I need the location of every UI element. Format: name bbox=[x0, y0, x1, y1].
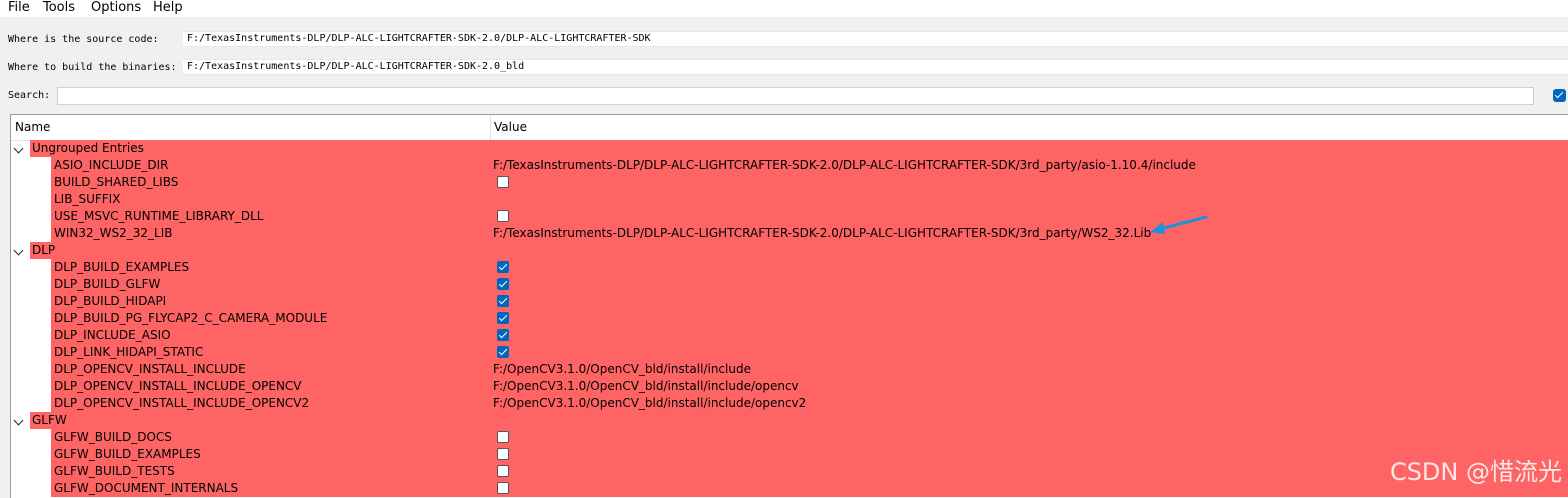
group-highlight bbox=[30, 242, 1568, 259]
entry-highlight bbox=[51, 208, 1568, 225]
entry-value[interactable]: F:/TexasInstruments-DLP/DLP-ALC-LIGHTCRA… bbox=[493, 157, 1196, 174]
entry-highlight bbox=[51, 327, 1568, 344]
group-label: DLP bbox=[32, 243, 56, 257]
grouped-checkbox[interactable] bbox=[1553, 89, 1566, 102]
entry-checkbox[interactable] bbox=[497, 465, 509, 477]
entry-checkbox[interactable] bbox=[497, 431, 509, 443]
entry-highlight bbox=[51, 276, 1568, 293]
entry-name: DLP_BUILD_PG_FLYCAP2_C_CAMERA_MODULE bbox=[54, 311, 328, 325]
entry-highlight bbox=[51, 259, 1568, 276]
watermark-text: CSDN @惜流光 bbox=[1389, 458, 1562, 486]
header-name[interactable]: Name bbox=[11, 115, 490, 140]
entry-name: WIN32_WS2_32_LIB bbox=[54, 226, 173, 240]
entry-row[interactable]: BUILD_SHARED_LIBS bbox=[11, 174, 1568, 191]
build-label: Where to build the binaries: bbox=[8, 62, 177, 73]
entry-checkbox[interactable] bbox=[497, 329, 509, 341]
entry-row[interactable]: DLP_INCLUDE_ASIO bbox=[11, 327, 1568, 344]
menu-file[interactable]: File bbox=[8, 0, 30, 16]
entry-value[interactable]: F:/OpenCV3.1.0/OpenCV_bld/install/includ… bbox=[493, 361, 751, 378]
entry-checkbox[interactable] bbox=[497, 278, 509, 290]
entry-name: DLP_BUILD_GLFW bbox=[54, 277, 161, 291]
entry-checkbox[interactable] bbox=[497, 295, 509, 307]
header-value[interactable]: Value bbox=[490, 115, 1568, 140]
entry-row[interactable]: USE_MSVC_RUNTIME_LIBRARY_DLL bbox=[11, 208, 1568, 225]
chevron-down-icon[interactable] bbox=[13, 143, 24, 154]
entry-row[interactable]: DLP_BUILD_PG_FLYCAP2_C_CAMERA_MODULE bbox=[11, 310, 1568, 327]
entry-checkbox[interactable] bbox=[497, 482, 509, 494]
entry-row[interactable]: GLFW_DOCUMENT_INTERNALS bbox=[11, 480, 1568, 497]
cache-tree: Name Value Ungrouped Entries ASIO_INCLUDE… bbox=[10, 114, 1568, 498]
group-highlight bbox=[30, 140, 1568, 157]
entry-name: BUILD_SHARED_LIBS bbox=[54, 175, 179, 189]
entry-row[interactable]: DLP_BUILD_EXAMPLES bbox=[11, 259, 1568, 276]
entry-name: GLFW_DOCUMENT_INTERNALS bbox=[54, 481, 239, 495]
source-label: Where is the source code: bbox=[8, 34, 159, 45]
entry-name: DLP_OPENCV_INSTALL_INCLUDE_OPENCV2 bbox=[54, 396, 310, 410]
entry-row[interactable]: WIN32_WS2_32_LIB F:/TexasInstruments-DLP/… bbox=[11, 225, 1568, 242]
entry-highlight bbox=[51, 174, 1568, 191]
entry-value[interactable]: F:/OpenCV3.1.0/OpenCV_bld/install/includ… bbox=[493, 378, 799, 395]
entry-row[interactable]: DLP_BUILD_GLFW bbox=[11, 276, 1568, 293]
entry-name: DLP_OPENCV_INSTALL_INCLUDE bbox=[54, 362, 246, 376]
entry-name: GLFW_BUILD_EXAMPLES bbox=[54, 447, 201, 461]
entry-row[interactable]: DLP_OPENCV_INSTALL_INCLUDE_OPENCV2 F:/Ope… bbox=[11, 395, 1568, 412]
menu-bar: File Tools Options Help bbox=[0, 0, 1568, 17]
entry-name: GLFW_BUILD_DOCS bbox=[54, 430, 172, 444]
source-path-input[interactable]: F:/TexasInstruments-DLP/DLP-ALC-LIGHTCRA… bbox=[183, 31, 1568, 47]
entry-row[interactable]: GLFW_BUILD_TESTS bbox=[11, 463, 1568, 480]
entry-row[interactable]: GLFW_BUILD_DOCS bbox=[11, 429, 1568, 446]
entry-checkbox[interactable] bbox=[497, 176, 509, 188]
entry-highlight bbox=[51, 293, 1568, 310]
entry-name: DLP_OPENCV_INSTALL_INCLUDE_OPENCV bbox=[54, 379, 302, 393]
entry-name: DLP_BUILD_HIDAPI bbox=[54, 294, 167, 308]
menu-options[interactable]: Options bbox=[91, 0, 141, 16]
build-path-input[interactable]: F:/TexasInstruments-DLP/DLP-ALC-LIGHTCRA… bbox=[183, 59, 1568, 75]
group-row[interactable]: GLFW bbox=[11, 412, 1568, 429]
entry-row[interactable]: ASIO_INCLUDE_DIR F:/TexasInstruments-DLP/… bbox=[11, 157, 1568, 174]
entry-checkbox[interactable] bbox=[497, 312, 509, 324]
group-label: GLFW bbox=[32, 413, 67, 427]
menu-tools[interactable]: Tools bbox=[43, 0, 75, 16]
menu-help[interactable]: Help bbox=[153, 0, 183, 16]
entry-name: LIB_SUFFIX bbox=[54, 192, 121, 206]
entry-row[interactable]: LIB_SUFFIX bbox=[11, 191, 1568, 208]
entry-row[interactable]: DLP_LINK_HIDAPI_STATIC bbox=[11, 344, 1568, 361]
entry-name: DLP_INCLUDE_ASIO bbox=[54, 328, 171, 342]
entry-name: DLP_BUILD_EXAMPLES bbox=[54, 260, 190, 274]
entry-highlight bbox=[51, 480, 1568, 497]
entry-row[interactable]: GLFW_BUILD_EXAMPLES bbox=[11, 446, 1568, 463]
search-input[interactable] bbox=[57, 87, 1534, 105]
chevron-down-icon[interactable] bbox=[13, 415, 24, 426]
entry-name: GLFW_BUILD_TESTS bbox=[54, 464, 175, 478]
entry-checkbox[interactable] bbox=[497, 210, 509, 222]
entry-name: DLP_LINK_HIDAPI_STATIC bbox=[54, 345, 204, 359]
chevron-down-icon[interactable] bbox=[13, 245, 24, 256]
entry-highlight bbox=[51, 361, 1568, 378]
entry-checkbox[interactable] bbox=[497, 261, 509, 273]
tree-rows: Ungrouped Entries ASIO_INCLUDE_DIR F:/Texa… bbox=[11, 140, 1568, 497]
group-row[interactable]: DLP bbox=[11, 242, 1568, 259]
annotation-arrow bbox=[1150, 215, 1208, 234]
group-highlight bbox=[30, 412, 1568, 429]
entry-row[interactable]: DLP_OPENCV_INSTALL_INCLUDE F:/OpenCV3.1.0… bbox=[11, 361, 1568, 378]
group-row[interactable]: Ungrouped Entries bbox=[11, 140, 1568, 157]
entry-row[interactable]: DLP_OPENCV_INSTALL_INCLUDE_OPENCV F:/Open… bbox=[11, 378, 1568, 395]
entry-highlight bbox=[51, 446, 1568, 463]
tree-header: Name Value bbox=[11, 115, 1568, 141]
entry-checkbox[interactable] bbox=[497, 448, 509, 460]
entry-value[interactable]: F:/TexasInstruments-DLP/DLP-ALC-LIGHTCRA… bbox=[493, 225, 1151, 242]
entry-highlight bbox=[51, 344, 1568, 361]
search-label: Search: bbox=[8, 90, 51, 101]
entry-highlight bbox=[51, 191, 1568, 208]
group-label: Ungrouped Entries bbox=[32, 141, 144, 155]
entry-checkbox[interactable] bbox=[497, 346, 509, 358]
entry-name: ASIO_INCLUDE_DIR bbox=[54, 158, 169, 172]
entry-highlight bbox=[51, 463, 1568, 480]
entry-row[interactable]: DLP_BUILD_HIDAPI bbox=[11, 293, 1568, 310]
entry-highlight bbox=[51, 429, 1568, 446]
entry-value[interactable]: F:/OpenCV3.1.0/OpenCV_bld/install/includ… bbox=[493, 395, 806, 412]
entry-name: USE_MSVC_RUNTIME_LIBRARY_DLL bbox=[54, 209, 264, 223]
